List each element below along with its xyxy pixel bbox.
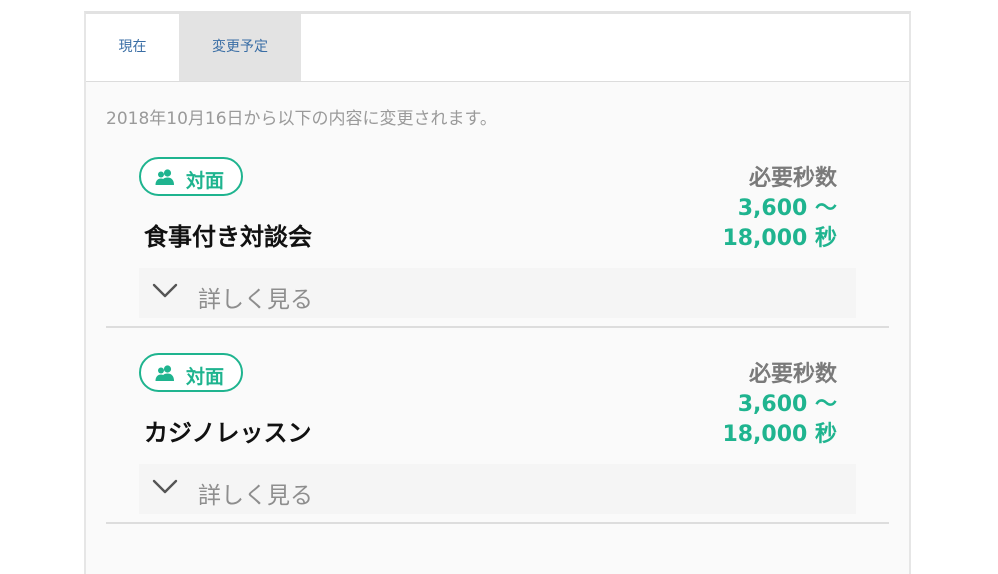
required-seconds-max: 18,000 秒 <box>722 422 837 447</box>
type-badge: 対面 <box>139 353 243 392</box>
details-toggle[interactable]: 詳しく見る <box>139 268 856 318</box>
plan-panel: 現在 変更予定 2018年10月16日から以下の内容に変更されます。 対面 食事… <box>84 11 911 574</box>
tab-bar: 現在 変更予定 <box>86 14 909 82</box>
chevron-down-icon <box>152 479 178 494</box>
change-notice: 2018年10月16日から以下の内容に変更されます。 <box>106 109 497 129</box>
divider <box>106 522 889 524</box>
people-icon <box>155 365 174 381</box>
details-toggle[interactable]: 詳しく見る <box>139 464 856 514</box>
required-seconds-min: 3,600 〜 <box>737 196 837 221</box>
badge-label: 対面 <box>186 170 225 192</box>
list-item: 対面 食事付き対談会 必要秒数 3,600 〜 18,000 秒 詳しく見る <box>139 154 856 334</box>
details-label: 詳しく見る <box>198 483 313 509</box>
list-item: 対面 カジノレッスン 必要秒数 3,600 〜 18,000 秒 詳しく見る <box>139 350 856 530</box>
required-seconds-min: 3,600 〜 <box>737 392 837 417</box>
tab-planned[interactable]: 変更予定 <box>179 14 301 81</box>
type-badge: 対面 <box>139 157 243 196</box>
required-seconds-max: 18,000 秒 <box>722 226 837 251</box>
badge-label: 対面 <box>186 366 225 388</box>
details-label: 詳しく見る <box>198 287 313 313</box>
required-seconds: 必要秒数 3,600 〜 18,000 秒 <box>722 164 837 254</box>
required-seconds-label: 必要秒数 <box>748 166 837 191</box>
required-seconds: 必要秒数 3,600 〜 18,000 秒 <box>722 360 837 450</box>
item-title: 食事付き対談会 <box>144 223 312 251</box>
item-title: カジノレッスン <box>144 419 312 447</box>
chevron-down-icon <box>152 283 178 298</box>
divider <box>106 326 889 328</box>
tab-current[interactable]: 現在 <box>86 14 179 81</box>
people-icon <box>155 169 174 185</box>
required-seconds-label: 必要秒数 <box>748 362 837 387</box>
